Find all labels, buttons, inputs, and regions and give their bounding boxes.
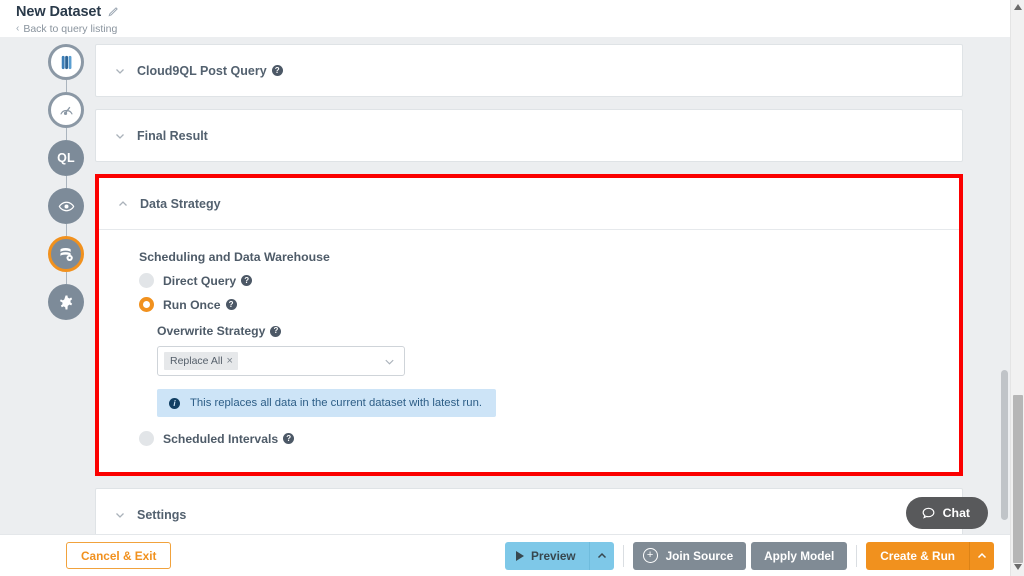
selected-chip[interactable]: Replace All × [164, 352, 238, 370]
chevron-down-icon[interactable] [383, 355, 396, 368]
info-icon: i [169, 397, 180, 409]
radio-label: Scheduled Intervals ? [163, 431, 295, 446]
panel-data-strategy: Data Strategy Scheduling and Data Wareho… [99, 178, 959, 472]
panel-cloud9ql-post-query[interactable]: Cloud9QL Post Query ? [95, 44, 963, 97]
pencil-icon[interactable] [107, 6, 119, 18]
field-label-text: Overwrite Strategy [157, 324, 266, 338]
scroll-up-arrow-icon[interactable] [1014, 4, 1022, 12]
back-to-query-listing-link[interactable]: ‹ Back to query listing [16, 23, 1010, 35]
overwrite-strategy-select[interactable]: Replace All × [157, 346, 405, 376]
panel-title: Settings [137, 507, 187, 522]
divider [856, 544, 858, 567]
stepper-item-data-strategy[interactable] [48, 236, 84, 272]
preview-button[interactable]: Preview [505, 541, 589, 570]
panel-title: Final Result [137, 128, 208, 143]
page-title-row: New Dataset [16, 4, 1010, 20]
stepper-connector [65, 176, 67, 188]
overwrite-strategy-label: Overwrite Strategy ? [157, 324, 941, 338]
help-icon[interactable]: ? [270, 325, 282, 337]
radio-option-direct-query[interactable]: Direct Query ? [139, 273, 941, 288]
apply-model-button[interactable]: Apply Model [751, 541, 848, 570]
bottom-action-bar: Cancel & Exit Preview + Join Source Appl… [0, 534, 1010, 576]
radio-label: Direct Query ? [163, 273, 253, 288]
page-title: New Dataset [16, 4, 102, 20]
stepper-item-cloud9ql[interactable]: QL [48, 140, 84, 176]
chevron-up-icon[interactable] [117, 198, 129, 210]
overwrite-strategy-block: Overwrite Strategy ? Replace All × i Thi… [157, 324, 941, 417]
section-label-scheduling: Scheduling and Data Warehouse [139, 250, 330, 264]
window-scrollbar[interactable] [1010, 0, 1024, 576]
back-chevron-icon: ‹ [16, 23, 20, 34]
dataset-editor-window: New Dataset ‹ Back to query listing QL C… [0, 0, 1024, 576]
help-icon[interactable]: ? [283, 433, 295, 444]
panel-header[interactable]: Data Strategy [99, 178, 959, 229]
create-and-run-button[interactable]: Create & Run [866, 541, 969, 570]
scroll-down-arrow-icon[interactable] [1014, 564, 1022, 572]
panel-header[interactable]: Settings [96, 489, 962, 540]
play-icon [516, 550, 524, 561]
help-icon[interactable]: ? [241, 275, 253, 286]
page-header: New Dataset ‹ Back to query listing [0, 0, 1010, 37]
stepper-item-data-source[interactable] [48, 44, 84, 80]
stepper-connector [65, 272, 67, 284]
info-message-text: This replaces all data in the current da… [190, 397, 482, 409]
preview-split-button: Preview [505, 541, 614, 570]
preview-dropdown-toggle[interactable] [588, 541, 614, 570]
info-message-box: i This replaces all data in the current … [157, 389, 496, 417]
data-strategy-highlight-box: Data Strategy Scheduling and Data Wareho… [95, 174, 963, 476]
radio-option-run-once[interactable]: Run Once ? [139, 297, 941, 312]
stepper-connector [65, 224, 67, 236]
radio-label: Run Once ? [163, 298, 237, 312]
data-strategy-body: Scheduling and Data Warehouse Direct Que… [99, 230, 959, 472]
radio-button-selected[interactable] [139, 297, 154, 312]
stepper-item-settings[interactable] [48, 284, 84, 320]
window-scrollbar-thumb[interactable] [1013, 395, 1023, 563]
chevron-down-icon[interactable] [114, 130, 126, 142]
plus-icon: + [642, 548, 658, 563]
database-gear-icon [57, 245, 76, 264]
join-source-label: Join Source [665, 548, 734, 563]
help-icon[interactable]: ? [271, 65, 283, 76]
radio-label-text: Run Once [163, 297, 221, 312]
radio-button[interactable] [139, 273, 154, 288]
radio-button[interactable] [139, 431, 154, 446]
join-source-button[interactable]: + Join Source [632, 541, 747, 570]
stepper-connector [65, 80, 67, 92]
chevron-down-icon[interactable] [114, 509, 126, 521]
inner-scrollbar-thumb[interactable] [1001, 370, 1008, 520]
stepper-item-query[interactable] [48, 92, 84, 128]
close-icon[interactable]: × [227, 355, 233, 367]
stepper-item-preview[interactable] [48, 188, 84, 224]
preview-label: Preview [531, 548, 576, 563]
gear-icon [57, 293, 76, 312]
panel-final-result[interactable]: Final Result [95, 109, 963, 162]
radio-label-text: Direct Query [163, 273, 237, 288]
stepper-item-label: QL [57, 151, 75, 165]
panel-title-text: Cloud9QL Post Query [137, 63, 267, 78]
chat-bubble-icon [921, 506, 936, 521]
panel-header[interactable]: Cloud9QL Post Query ? [96, 45, 962, 96]
divider [622, 544, 624, 567]
chat-label: Chat [942, 506, 970, 520]
main-content: Cloud9QL Post Query ? Final Result Data … [95, 44, 963, 553]
chat-button[interactable]: Chat [905, 497, 988, 529]
stepper-connector [65, 128, 67, 140]
panel-title: Data Strategy [140, 196, 221, 211]
help-icon[interactable]: ? [225, 299, 237, 310]
database-icon [57, 53, 76, 72]
eye-icon [57, 197, 76, 216]
gauge-icon [57, 101, 76, 120]
back-link-label: Back to query listing [23, 23, 118, 35]
chevron-down-icon[interactable] [114, 65, 126, 77]
create-and-run-dropdown-toggle[interactable] [969, 541, 994, 570]
create-and-run-split-button: Create & Run [866, 541, 994, 570]
radio-option-scheduled-intervals[interactable]: Scheduled Intervals ? [139, 431, 941, 446]
cancel-and-exit-button[interactable]: Cancel & Exit [66, 542, 172, 569]
panel-title: Cloud9QL Post Query ? [137, 64, 283, 78]
chip-label: Replace All [170, 355, 223, 367]
workflow-stepper: QL [46, 44, 86, 320]
panel-header[interactable]: Final Result [96, 110, 962, 161]
primary-actions-group: Preview + Join Source Apply Model Create… [505, 541, 994, 570]
radio-label-text: Scheduled Intervals [163, 431, 279, 446]
